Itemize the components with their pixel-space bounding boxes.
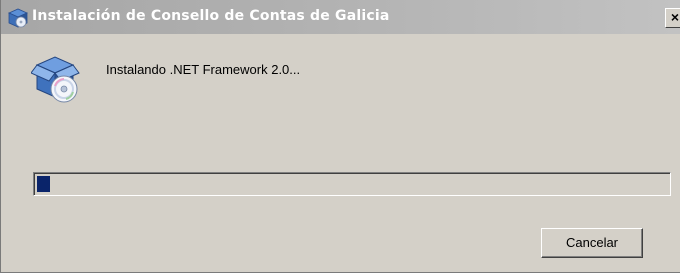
progress-bar: [33, 172, 671, 196]
installer-dialog: Instalación de Consello de Contas de Gal…: [0, 0, 680, 273]
status-text: Instalando .NET Framework 2.0...: [106, 62, 301, 77]
cancel-button[interactable]: Cancelar: [541, 228, 643, 258]
close-button[interactable]: ×: [665, 8, 680, 28]
installer-disc-icon: [30, 53, 81, 105]
installer-box-icon: [7, 7, 29, 29]
progress-fill: [37, 176, 50, 192]
title-bar[interactable]: Instalación de Consello de Contas de Gal…: [1, 0, 680, 34]
window-title: Instalación de Consello de Contas de Gal…: [32, 8, 390, 24]
close-icon: ×: [670, 9, 680, 25]
